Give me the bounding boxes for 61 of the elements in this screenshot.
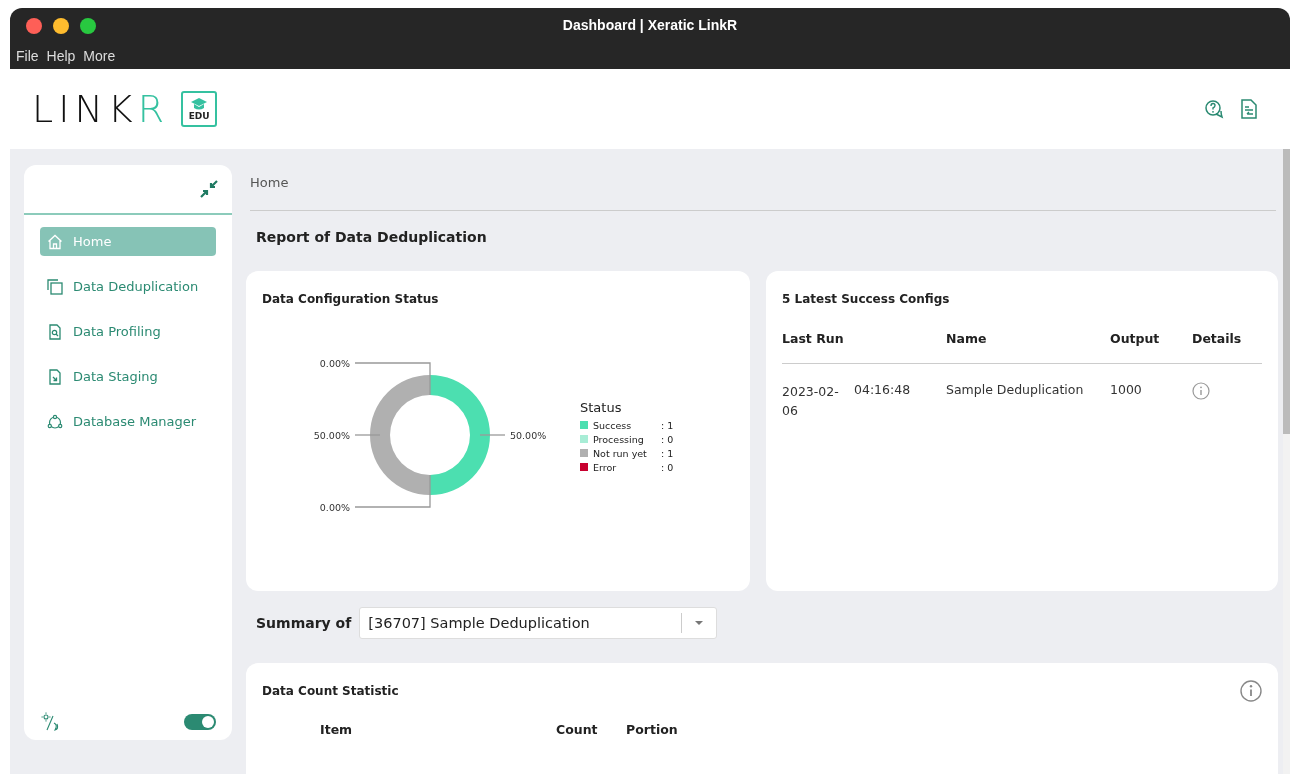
data-label: 50.00% <box>510 429 547 441</box>
card-title: 5 Latest Success Configs <box>782 292 950 306</box>
column-header: Details <box>1192 331 1243 346</box>
legend-title: Status <box>580 399 623 415</box>
menu-item[interactable]: File <box>16 48 39 64</box>
collapse-icon[interactable] <box>200 180 218 198</box>
maximize-button[interactable] <box>80 18 96 34</box>
column-header: Count <box>556 722 599 737</box>
data-label: 0.00% <box>319 501 350 513</box>
document-icon[interactable] <box>1240 99 1258 119</box>
table-cell-text: 1000 <box>1110 382 1143 399</box>
info-icon[interactable] <box>1240 680 1262 702</box>
legend-count: : 0 <box>661 461 674 473</box>
config-select[interactable]: [36707] Sample Deduplication <box>359 607 718 639</box>
leader-line <box>354 434 381 436</box>
document-search-icon <box>47 323 63 340</box>
caret-icon <box>694 620 705 626</box>
column-header: Last Run <box>782 331 845 346</box>
legend-label: Processing <box>593 433 645 445</box>
legend-count: : 1 <box>661 419 674 431</box>
legend-label: Not run yet <box>593 447 648 459</box>
date-cell-text: 2023-02-06 <box>782 383 840 420</box>
nav-item[interactable]: Data Deduplication <box>40 272 216 301</box>
network-icon <box>47 413 63 430</box>
info-icon[interactable] <box>1192 382 1210 400</box>
legend-label: Error <box>593 461 618 473</box>
time-cell: 04:16:48 <box>854 382 911 397</box>
summary-label: Summary of <box>256 615 352 631</box>
window-title: Dashboard | Xeratic LinkR <box>562 17 738 33</box>
legend-count: : 0 <box>661 433 674 445</box>
leader-line <box>479 434 506 436</box>
card-title: Data Count Statistic <box>262 684 399 698</box>
nav-item[interactable]: Database Manager <box>40 407 216 436</box>
nav-item[interactable]: Data Profiling <box>40 317 216 346</box>
nav-item[interactable]: Data Staging <box>40 362 216 391</box>
table-cell-text: Sample Deduplication <box>946 382 1085 399</box>
data-label: 50.00% <box>313 429 350 441</box>
column-header: Name <box>946 331 988 346</box>
document-arrow-icon <box>47 368 63 385</box>
breadcrumb[interactable]: Home <box>246 165 1278 190</box>
column-header: Output <box>1110 331 1161 346</box>
minimize-button[interactable] <box>53 18 69 34</box>
copy-icon <box>47 278 63 295</box>
sun-moon-icon <box>40 712 60 732</box>
graduation-cap-icon <box>190 97 209 111</box>
edu-badge: EDU <box>181 91 218 127</box>
home-icon <box>47 233 63 250</box>
legend-label: Success <box>593 419 633 431</box>
menu-item[interactable]: Help <box>46 48 76 64</box>
legend-count: : 1 <box>661 447 674 459</box>
theme-toggle[interactable] <box>184 714 216 730</box>
scrollbar[interactable] <box>1283 149 1290 774</box>
card-title: Data Configuration Status <box>262 292 439 306</box>
menu-item[interactable]: More <box>83 48 116 64</box>
column-header: Portion <box>626 722 679 737</box>
column-header: Item <box>320 722 354 737</box>
close-button[interactable] <box>26 18 42 34</box>
data-label: 0.00% <box>319 357 350 369</box>
help-chat-icon[interactable] <box>1204 99 1224 119</box>
logo-text: LINK R <box>32 87 170 131</box>
page-title: Report of Data Deduplication <box>255 228 488 245</box>
